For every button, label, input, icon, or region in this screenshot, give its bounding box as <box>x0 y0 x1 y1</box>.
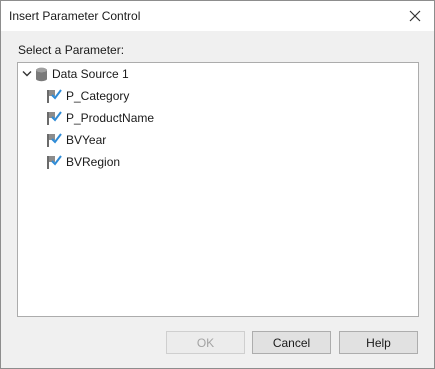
insert-parameter-control-dialog: Insert Parameter Control Select a Parame… <box>0 0 435 369</box>
tree-node-data-source[interactable]: Data Source 1 <box>21 64 129 84</box>
cancel-button[interactable]: Cancel <box>252 331 331 354</box>
dialog-title: Insert Parameter Control <box>9 9 141 23</box>
title-bar: Insert Parameter Control <box>1 1 434 31</box>
data-source-label: Data Source 1 <box>52 67 129 81</box>
tree-item-label: P_Category <box>66 89 130 103</box>
help-button[interactable]: Help <box>339 331 418 354</box>
parameter-flag-icon <box>46 132 62 148</box>
tree-item-bvregion[interactable]: BVRegion <box>46 152 120 172</box>
chevron-down-icon <box>22 71 32 77</box>
parameter-flag-icon <box>46 110 62 126</box>
tree-item-bvyear[interactable]: BVYear <box>46 130 106 150</box>
database-icon <box>35 67 48 82</box>
close-button[interactable] <box>402 5 428 27</box>
ok-button[interactable]: OK <box>166 331 245 354</box>
select-parameter-label: Select a Parameter: <box>18 43 125 57</box>
tree-item-label: P_ProductName <box>66 111 155 125</box>
close-icon <box>409 10 421 22</box>
parameter-flag-icon <box>46 88 62 104</box>
parameter-flag-icon <box>46 154 62 170</box>
tree-item-p-category[interactable]: P_Category <box>46 86 129 106</box>
expand-toggle[interactable] <box>21 68 33 80</box>
parameter-tree[interactable]: Data Source 1 P_Category P_ProductName B… <box>17 62 419 317</box>
tree-item-label: BVYear <box>66 133 107 147</box>
tree-item-label: BVRegion <box>66 155 121 169</box>
tree-item-p-productname[interactable]: P_ProductName <box>46 108 154 128</box>
